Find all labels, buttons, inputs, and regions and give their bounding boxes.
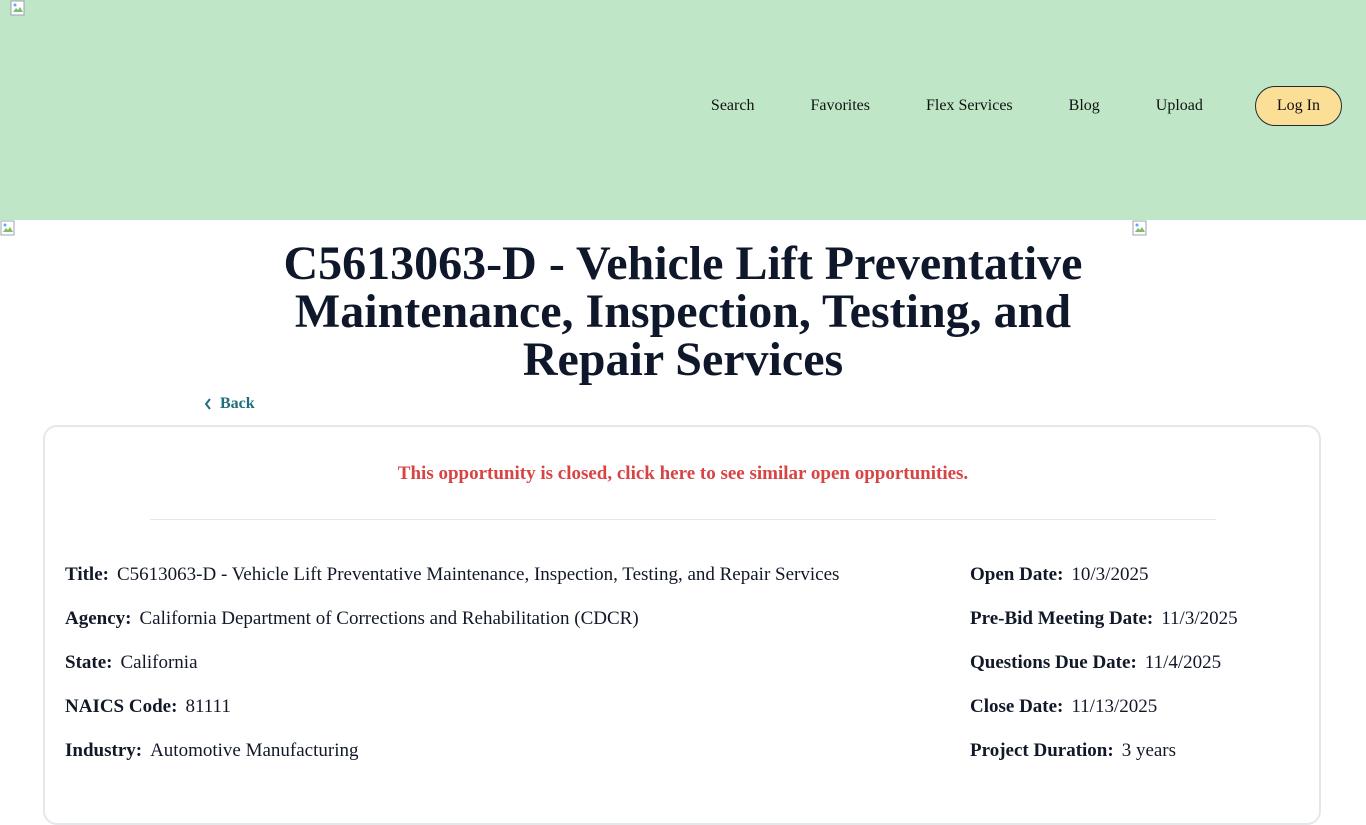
broken-image-icon <box>1132 220 1148 236</box>
details-right: Open Date: 10/3/2025 Pre-Bid Meeting Date… <box>970 564 1238 784</box>
page-title: C5613063-D - Vehicle Lift Preventative M… <box>283 237 1083 386</box>
detail-prebid-date: Pre-Bid Meeting Date: 11/3/2025 <box>970 608 1238 629</box>
detail-industry: Industry: Automotive Manufacturing <box>65 740 359 761</box>
divider <box>150 519 1216 520</box>
detail-agency: Agency: California Department of Correcti… <box>65 608 639 629</box>
closed-opportunity-link[interactable]: This opportunity is closed, click here t… <box>0 463 1366 485</box>
detail-open-date: Open Date: 10/3/2025 <box>970 564 1149 585</box>
chevron-left-icon <box>204 398 212 410</box>
detail-close-date: Close Date: 11/13/2025 <box>970 696 1158 717</box>
login-button[interactable]: Log In <box>1254 86 1342 126</box>
nav-flex-services[interactable]: Flex Services <box>926 97 1013 115</box>
detail-questions-due: Questions Due Date: 11/4/2025 <box>970 652 1222 673</box>
back-label: Back <box>220 395 255 412</box>
nav-search[interactable]: Search <box>711 97 755 115</box>
detail-state: State: California <box>65 652 198 673</box>
detail-duration: Project Duration: 3 years <box>970 740 1177 761</box>
nav-upload[interactable]: Upload <box>1156 97 1203 115</box>
detail-naics: NAICS Code: 81111 <box>65 696 231 717</box>
broken-image-icon <box>10 0 26 16</box>
nav-favorites[interactable]: Favorites <box>810 97 870 115</box>
back-link[interactable]: Back <box>204 395 255 413</box>
details-left: Title: C5613063-D - Vehicle Lift Preventa… <box>65 564 839 784</box>
detail-title: Title: C5613063-D - Vehicle Lift Preventa… <box>65 564 840 585</box>
broken-image-icon <box>0 220 16 236</box>
nav-blog[interactable]: Blog <box>1069 97 1100 115</box>
site-header: Search Favorites Flex Services Blog Uplo… <box>0 0 1366 220</box>
main-nav: Search Favorites Flex Services Blog Uplo… <box>711 85 1342 127</box>
